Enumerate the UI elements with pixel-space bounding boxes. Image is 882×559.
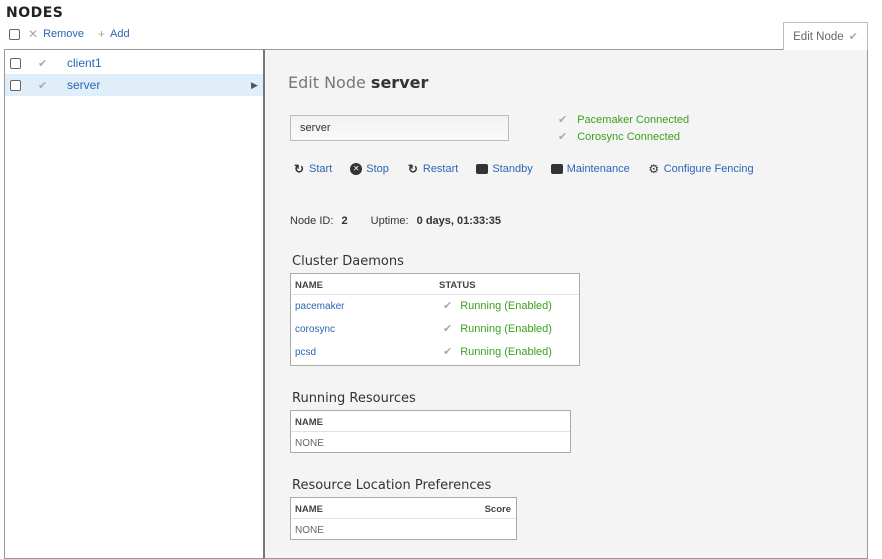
daemon-name[interactable]: corosync [295,324,335,335]
uptime-label: Uptime: [370,215,409,227]
stop-button[interactable]: ✕ Stop [350,163,389,175]
uptime-value: 0 days, 01:33:35 [416,215,502,227]
node-name: server [67,78,101,92]
gears-icon: ⚙ [648,162,660,176]
node-toolbar: ✕ Remove + Add [9,27,130,41]
daemon-status-text: Running (Enabled) [460,323,552,335]
location-preferences-table: NAME Score NONE [290,497,517,540]
caret-right-icon: ▶ [251,79,258,90]
edit-node-title: Edit Node server [288,73,428,92]
edit-node-panel: Edit Node server ✔ Pacemaker Connected ✔… [263,49,868,559]
daemon-name[interactable]: pacemaker [295,301,344,312]
daemon-name[interactable]: pcsd [295,347,316,358]
running-resources-table: NAME NONE [290,410,571,453]
refresh-icon: ↻ [293,162,305,176]
node-info: Node ID: 2 Uptime: 0 days, 01:33:35 [290,215,501,227]
standby-label: Standby [492,163,533,175]
remove-label: Remove [43,28,85,40]
tab-label: Edit Node [793,30,844,43]
node-actions: ↻ Start ✕ Stop ↻ Restart Standby Mainten… [293,162,772,176]
daemon-status-text: Running (Enabled) [460,346,552,358]
node-name-field[interactable] [290,115,509,141]
table-header: NAME STATUS [291,274,579,295]
table-row: pcsd ✔ Running (Enabled) [291,341,579,364]
stop-circle-icon: ✕ [350,163,363,175]
configure-fencing-button[interactable]: ⚙ Configure Fencing [648,162,754,176]
table-header: NAME [291,411,570,432]
table-row: corosync ✔ Running (Enabled) [291,318,579,341]
node-row-server[interactable]: ✔ server ▶ [5,74,263,96]
check-icon: ✔ [443,346,453,358]
maintenance-label: Maintenance [566,163,630,175]
col-score: Score [484,504,511,515]
running-resources-title: Running Resources [292,391,416,406]
corosync-status: ✔ Corosync Connected [558,130,680,144]
x-icon: ✕ [28,27,39,41]
remove-button[interactable]: ✕ Remove [28,27,84,41]
restart-label: Restart [422,163,459,175]
check-icon: ✔ [38,57,48,70]
check-icon: ✔ [38,79,48,92]
refresh-icon: ↻ [407,162,418,176]
select-all-checkbox[interactable] [9,28,20,40]
node-name: client1 [67,56,102,70]
pacemaker-status-text: Pacemaker Connected [577,113,690,126]
daemon-status: ✔ Running (Enabled) [443,322,552,335]
node-checkbox[interactable] [10,57,21,69]
tab-edit-node[interactable]: Edit Node ✔ [783,22,868,50]
check-icon: ✔ [443,300,453,312]
node-list-panel: ✔ client1 ✔ server ▶ [4,49,264,559]
start-button[interactable]: ↻ Start [293,162,332,176]
empty-text: NONE [295,438,324,449]
edit-title-prefix: Edit Node [288,73,366,92]
node-row-client1[interactable]: ✔ client1 [5,52,263,74]
check-icon: ✔ [443,323,453,335]
empty-text: NONE [295,525,324,536]
cluster-daemons-title: Cluster Daemons [292,254,404,269]
pacemaker-status: ✔ Pacemaker Connected [558,113,690,127]
daemon-status-text: Running (Enabled) [460,300,552,312]
table-header: NAME Score [291,498,516,519]
col-name: NAME [295,417,323,428]
start-label: Start [309,163,333,175]
cluster-daemons-table: NAME STATUS pacemaker ✔ Running (Enabled)… [290,273,580,366]
check-icon: ✔ [558,131,568,143]
node-id-label: Node ID: [290,215,334,227]
standby-button[interactable]: Standby [476,163,533,175]
corosync-status-text: Corosync Connected [577,130,680,143]
page-title: NODES [6,5,64,21]
table-row: pacemaker ✔ Running (Enabled) [291,295,579,318]
stop-label: Stop [366,163,389,175]
configure-fencing-label: Configure Fencing [663,163,754,175]
add-label: Add [110,28,130,40]
col-status: STATUS [439,280,476,291]
plus-icon: + [98,27,106,41]
table-row: NONE [291,432,570,455]
node-id-value: 2 [341,215,348,227]
edit-title-node-name: server [370,73,429,92]
node-checkbox[interactable] [10,79,21,91]
monitor-icon [550,164,563,174]
location-preferences-title: Resource Location Preferences [292,478,492,493]
check-icon: ✔ [848,31,858,43]
maintenance-button[interactable]: Maintenance [550,163,630,175]
add-button[interactable]: + Add [98,27,130,41]
restart-button[interactable]: ↻ Restart [407,162,459,176]
col-name: NAME [295,504,323,515]
daemon-status: ✔ Running (Enabled) [443,299,552,312]
table-row: NONE [291,519,516,542]
col-name: NAME [295,280,323,291]
check-icon: ✔ [558,114,568,126]
monitor-icon [476,164,489,174]
daemon-status: ✔ Running (Enabled) [443,345,552,358]
